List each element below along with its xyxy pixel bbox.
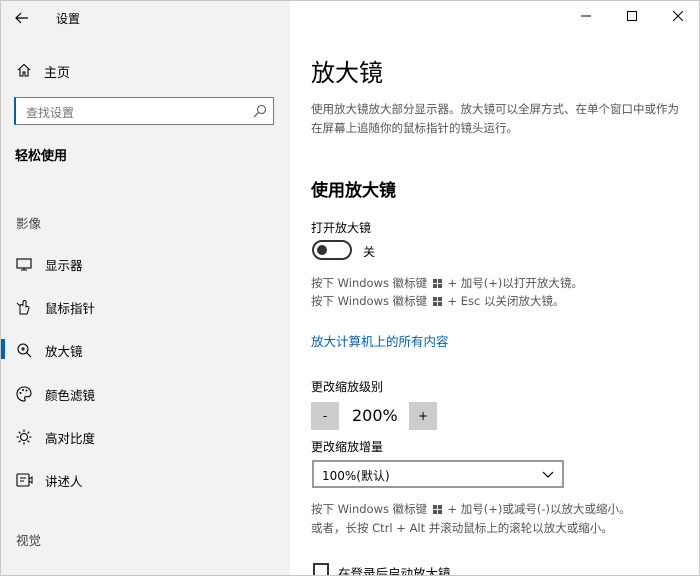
sidebar-item-label: 显示器	[45, 258, 83, 273]
hint-text: 按下 Windows 徽标键	[311, 294, 428, 308]
hint-zoom: 按下 Windows 徽标键 + 加号(+)或减号(-)以放大或缩小。	[311, 501, 631, 517]
toggle-state-text: 关	[363, 245, 376, 259]
sidebar-item-magnifier[interactable]: 放大镜	[1, 334, 290, 364]
sidebar-item-mouse-pointer[interactable]: 鼠标指针	[1, 291, 290, 321]
hint-scroll: 或者，长按 Ctrl + Alt 并滚动鼠标上的滚轮以放大或缩小。	[311, 521, 613, 535]
zoom-increment-select[interactable]: 100%(默认)	[312, 460, 564, 488]
magnifier-icon	[17, 343, 32, 358]
zoom-out-button[interactable]: -	[311, 402, 339, 430]
sidebar-item-home[interactable]: 主页	[1, 57, 290, 83]
start-after-login-label: 在登录后启动放大镜	[338, 566, 451, 576]
toggle-knob	[317, 245, 327, 255]
window-controls	[563, 1, 699, 31]
narrator-icon	[16, 473, 33, 487]
search-input[interactable]: 查找设置	[14, 97, 274, 125]
windows-logo-icon	[432, 297, 442, 306]
sidebar-item-audio[interactable]: 音频	[1, 568, 290, 575]
sidebar-item-color-filter[interactable]: 颜色滤镜	[1, 378, 290, 408]
color-filter-icon	[16, 386, 32, 402]
sidebar-item-label: 高对比度	[45, 431, 96, 446]
windows-logo-icon	[432, 279, 442, 288]
maximize-button[interactable]	[609, 1, 655, 31]
hint-open: 按下 Windows 徽标键 + 加号(+)以打开放大镜。	[311, 275, 583, 291]
zoom-level-label: 更改缩放级别	[311, 380, 384, 394]
mouse-pointer-icon	[16, 300, 30, 315]
toggle-label: 打开放大镜	[311, 221, 372, 235]
zoom-in-button[interactable]: +	[409, 402, 437, 430]
group-label-hearing: 视觉	[16, 533, 42, 548]
main-pane: 放大镜 使用放大镜放大部分显示器。放大镜可以全屏方式、在单个窗口中或作为在屏幕上…	[290, 1, 699, 576]
sidebar-item-label: 颜色滤镜	[45, 388, 96, 403]
select-value: 100%(默认)	[322, 469, 390, 483]
chevron-down-icon	[542, 471, 554, 478]
minimize-button[interactable]	[563, 1, 609, 31]
hint-text: + Esc 以关闭放大镜。	[447, 294, 565, 308]
group-label-vision: 影像	[16, 216, 42, 231]
sidebar-item-label: 放大镜	[45, 344, 83, 359]
hint-close: 按下 Windows 徽标键 + Esc 以关闭放大镜。	[311, 293, 565, 309]
hint-text: 按下 Windows 徽标键	[311, 276, 428, 290]
back-arrow-icon	[15, 12, 28, 24]
app-title: 设置	[56, 12, 81, 26]
zoom-level-value: 200%	[352, 406, 398, 425]
title-bar: 设置	[1, 1, 290, 35]
start-after-login-checkbox[interactable]	[313, 563, 329, 575]
hint-text: + 加号(+)以打开放大镜。	[447, 276, 583, 290]
maximize-icon	[627, 11, 637, 21]
magnifier-toggle[interactable]	[312, 240, 352, 260]
sidebar: 设置 主页 查找设置 轻松使用 影像 显示器 鼠标指针 放大镜 颜色滤镜 高对比…	[1, 1, 290, 575]
minimize-icon	[581, 15, 591, 17]
home-label: 主页	[44, 66, 71, 81]
zoom-everything-link[interactable]: 放大计算机上的所有内容	[311, 331, 449, 350]
windows-logo-icon	[432, 505, 442, 514]
sidebar-item-high-contrast[interactable]: 高对比度	[1, 421, 290, 451]
hint-text: 按下 Windows 徽标键	[311, 502, 428, 516]
sidebar-item-label: 鼠标指针	[45, 301, 96, 316]
back-button[interactable]	[9, 7, 35, 29]
close-icon	[673, 11, 683, 21]
search-icon	[253, 104, 267, 118]
settings-window: 设置 主页 查找设置 轻松使用 影像 显示器 鼠标指针 放大镜 颜色滤镜 高对比…	[0, 0, 700, 576]
close-button[interactable]	[655, 1, 699, 31]
active-indicator	[1, 339, 5, 359]
zoom-increment-label: 更改缩放增量	[311, 440, 384, 454]
home-icon	[17, 63, 31, 77]
high-contrast-icon	[16, 429, 32, 445]
page-description: 使用放大镜放大部分显示器。放大镜可以全屏方式、在单个窗口中或作为在屏幕上追随你的…	[311, 102, 679, 135]
monitor-icon	[16, 258, 32, 271]
hint-text: + 加号(+)或减号(-)以放大或缩小。	[447, 502, 631, 516]
sidebar-item-display[interactable]: 显示器	[1, 248, 290, 278]
page-title: 放大镜	[311, 59, 383, 87]
sidebar-item-narrator[interactable]: 讲述人	[1, 464, 290, 494]
section-title: 轻松使用	[15, 149, 68, 164]
sidebar-item-label: 讲述人	[45, 474, 83, 489]
section-heading-use-magnifier: 使用放大镜	[311, 181, 396, 201]
search-placeholder: 查找设置	[26, 106, 75, 120]
